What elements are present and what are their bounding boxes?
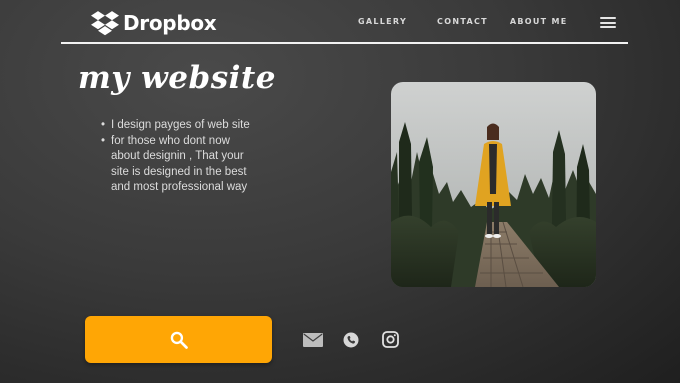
- hero-photo: [391, 82, 596, 287]
- header-divider: [61, 42, 628, 44]
- nav-item-about-me[interactable]: ABOUT ME: [510, 17, 568, 26]
- mail-icon[interactable]: [303, 333, 323, 347]
- hamburger-line: [600, 21, 616, 24]
- search-icon: [170, 331, 188, 349]
- instagram-icon[interactable]: [382, 331, 399, 348]
- list-item: for those who dont now about designin , …: [99, 134, 259, 196]
- phone-icon[interactable]: [343, 332, 359, 348]
- search-button[interactable]: [85, 316, 272, 363]
- page-title: my website: [78, 60, 276, 96]
- intro-list: I design payges of web site for those wh…: [99, 118, 259, 196]
- hamburger-line: [600, 17, 616, 19]
- nav-item-contact[interactable]: CONTACT: [437, 17, 488, 26]
- nav-item-gallery[interactable]: GALLERY: [358, 17, 407, 26]
- brand-name: Dropbox: [123, 11, 217, 35]
- list-item: I design payges of web site: [99, 118, 259, 134]
- brand-logo[interactable]: Dropbox: [91, 10, 217, 36]
- main-nav: GALLERY CONTACT ABOUT ME: [358, 17, 568, 26]
- hamburger-line: [600, 26, 616, 28]
- dropbox-icon: [91, 11, 119, 36]
- hamburger-menu-icon[interactable]: [600, 17, 616, 28]
- hero-photo-image: [391, 82, 596, 287]
